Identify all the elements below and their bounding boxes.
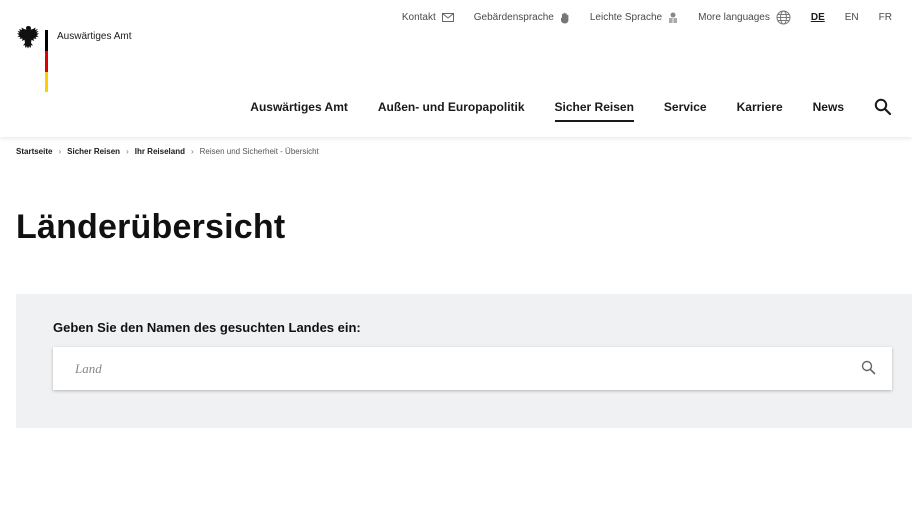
breadcrumb-ihr-reiseland[interactable]: Ihr Reiseland	[135, 147, 185, 156]
search-icon[interactable]	[861, 360, 876, 375]
breadcrumb-current: Reisen und Sicherheit - Übersicht	[199, 147, 319, 156]
meta-link-leichte-sprache[interactable]: Leichte Sprache	[590, 12, 678, 24]
main-navigation: Auswärtiges Amt Außen- und Europapolitik…	[220, 98, 892, 122]
search-label: Geben Sie den Namen des gesuchten Landes…	[53, 320, 361, 335]
globe-icon	[776, 10, 791, 25]
site-header: Auswärtiges Amt Kontakt Gebärdensprache …	[0, 0, 912, 137]
chevron-right-icon: ›	[126, 147, 129, 156]
meta-link-label: Kontakt	[401, 12, 436, 23]
search-icon[interactable]	[874, 98, 892, 116]
nav-karriere[interactable]: Karriere	[737, 100, 783, 122]
page-title: Länderübersicht	[16, 208, 286, 246]
language-en[interactable]: EN	[845, 12, 859, 23]
german-flag-bar	[45, 30, 48, 92]
easy-language-icon	[668, 12, 678, 24]
meta-link-label: Leichte Sprache	[589, 12, 663, 23]
meta-link-kontakt[interactable]: Kontakt	[402, 12, 454, 23]
mail-icon	[441, 13, 454, 22]
search-box	[53, 347, 892, 390]
meta-link-more-languages[interactable]: More languages	[698, 10, 791, 25]
nav-news[interactable]: News	[813, 100, 844, 122]
federal-eagle-icon	[17, 26, 39, 49]
country-search-panel: Geben Sie den Namen des gesuchten Landes…	[16, 294, 912, 428]
logo-text[interactable]: Auswärtiges Amt	[57, 31, 131, 42]
site-logo[interactable]	[16, 24, 46, 50]
nav-sicher-reisen[interactable]: Sicher Reisen	[554, 100, 635, 122]
language-fr[interactable]: FR	[879, 12, 892, 23]
meta-link-gebaerdensprache[interactable]: Gebärdensprache	[474, 12, 570, 24]
nav-service[interactable]: Service	[664, 100, 707, 122]
flag-black-stripe	[45, 30, 48, 51]
chevron-right-icon: ›	[190, 147, 194, 156]
meta-navigation: Kontakt Gebärdensprache Leichte Sprache …	[382, 10, 892, 25]
breadcrumb: Startseite › Sicher Reisen › Ihr Reisela…	[16, 147, 319, 156]
flag-gold-stripe	[45, 72, 48, 92]
flag-red-stripe	[45, 51, 48, 72]
breadcrumb-sicher-reisen[interactable]: Sicher Reisen	[67, 147, 120, 156]
meta-link-label: Gebärdensprache	[473, 12, 554, 23]
country-search-input[interactable]	[53, 347, 853, 390]
language-de[interactable]: DE	[811, 12, 825, 23]
chevron-right-icon: ›	[58, 147, 62, 156]
nav-auswaertiges-amt[interactable]: Auswärtiges Amt	[250, 100, 348, 122]
meta-link-label: More languages	[698, 12, 770, 23]
nav-aussen-und-europapolitik[interactable]: Außen- und Europapolitik	[378, 100, 525, 122]
breadcrumb-startseite[interactable]: Startseite	[16, 147, 52, 156]
hand-icon	[560, 12, 570, 24]
